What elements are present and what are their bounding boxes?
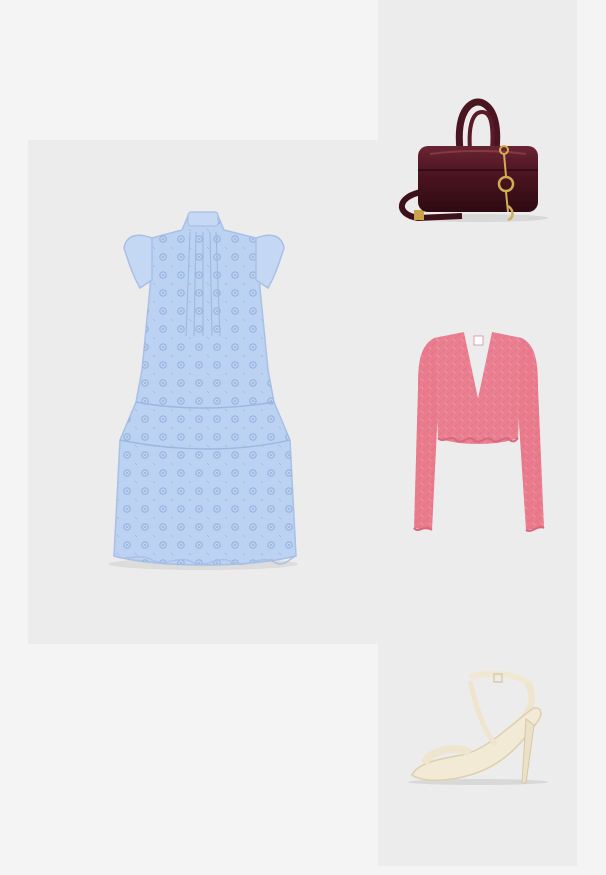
pink-crochet-cardigan-image <box>413 332 545 532</box>
sandal-tile[interactable] <box>378 577 577 866</box>
dress-tile[interactable] <box>28 140 378 644</box>
cream-heeled-sandal-image <box>408 670 548 785</box>
cardigan-tile[interactable] <box>378 288 577 577</box>
blue-eyelet-dress-image <box>108 211 298 570</box>
handbag-tile[interactable] <box>378 0 577 288</box>
burgundy-handbag-image <box>398 98 548 222</box>
